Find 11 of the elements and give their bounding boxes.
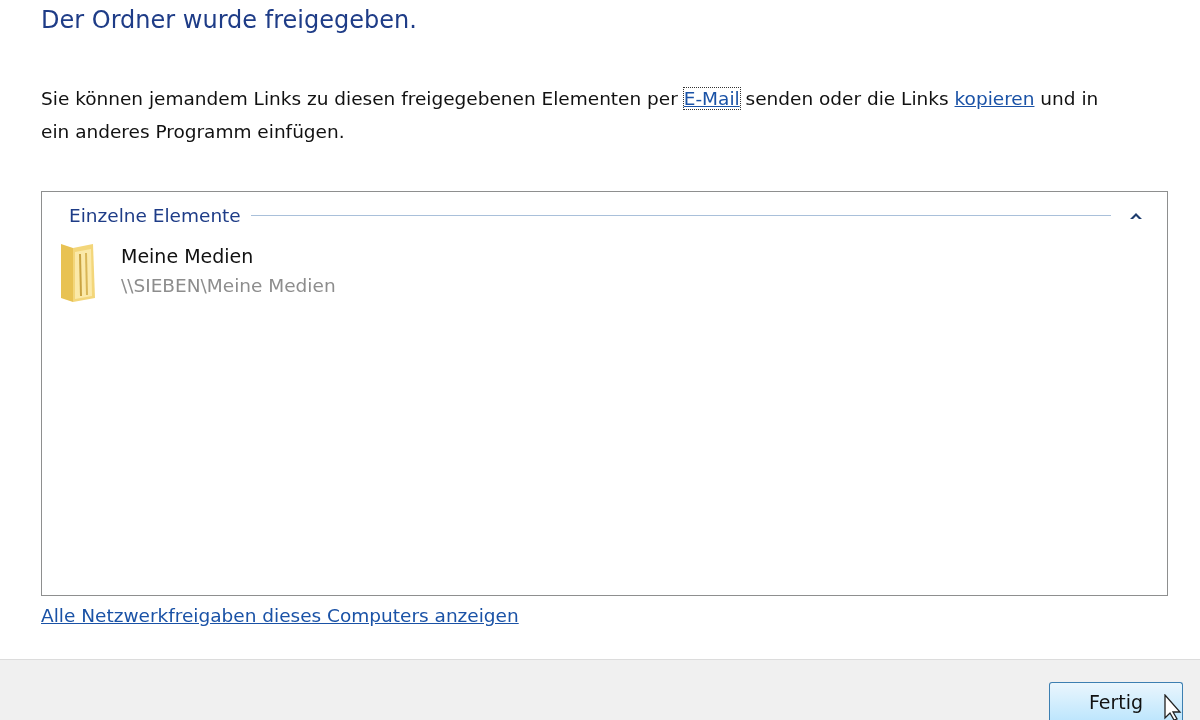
item-path: \\SIEBEN\Meine Medien bbox=[121, 274, 336, 298]
group-title: Einzelne Elemente bbox=[69, 204, 241, 226]
mouse-cursor-icon bbox=[1164, 694, 1184, 720]
done-button[interactable]: Fertig bbox=[1049, 682, 1183, 720]
network-shares-link[interactable]: Alle Netzwerkfreigaben dieses Computers anzeigen bbox=[41, 602, 519, 630]
description-text: Sie können jemandem Links zu diesen freigegebenen Elementen per E-Mail senden oder die Links kopieren und in ein anderes Programm einfügen. bbox=[41, 87, 1100, 144]
dialog-heading: Der Ordner wurde freigegeben. bbox=[41, 5, 418, 36]
email-link[interactable]: E-Mail bbox=[683, 88, 740, 109]
collapse-chevron-icon[interactable] bbox=[1129, 210, 1143, 220]
item-name[interactable]: Meine Medien bbox=[121, 240, 336, 272]
copy-link[interactable]: kopieren bbox=[954, 88, 1035, 109]
